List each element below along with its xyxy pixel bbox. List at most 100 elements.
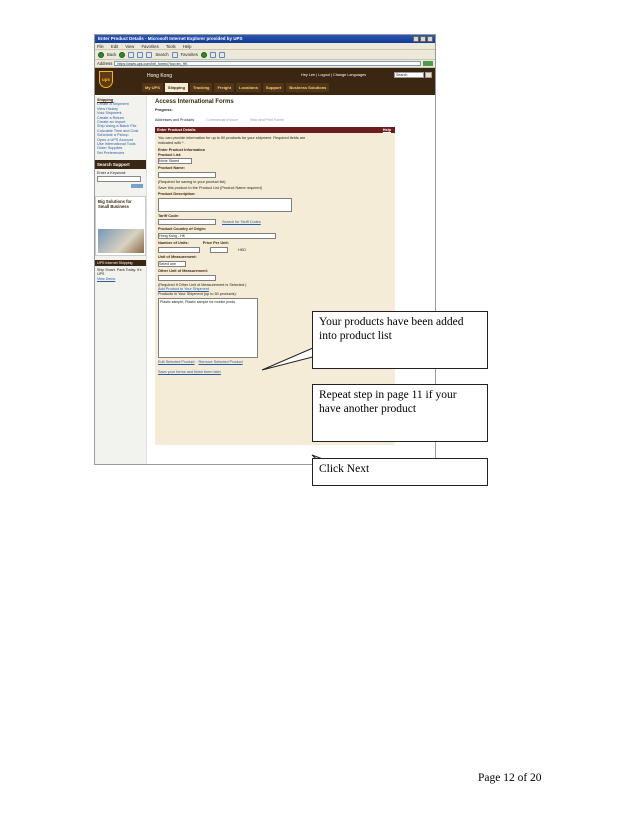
top-links[interactable]: Hey Lee | Logout | Change Languages [301,73,366,77]
address-bar: Address https://www.ups.com/intl_forms/?… [95,60,435,68]
progress-label: Progress: [155,108,173,112]
menu-edit[interactable]: Edit [111,44,118,49]
promo-image [98,229,144,254]
tariff-row: Search for Tariff Codes [158,218,392,227]
media-icon[interactable] [200,51,207,58]
page-number: Page 12 of 20 [478,772,542,784]
units-price-row: HKD [158,246,392,255]
price-input[interactable] [210,246,228,253]
product-description-input[interactable] [158,197,292,212]
search-support-box: Enter a Keyword: [95,169,146,190]
tab-shipping[interactable]: Shipping [164,83,189,92]
mail-icon[interactable] [209,51,216,58]
save-product-checkbox[interactable]: Save this product to the Product List (P… [158,186,392,191]
product-list-label: Product List: [158,152,182,157]
maximize-icon[interactable] [420,36,426,42]
back-arrow-icon[interactable] [98,51,104,58]
go-button[interactable] [423,61,433,66]
other-uom-input[interactable] [158,274,216,281]
origin-label: Product Country of Origin: [158,227,207,232]
back-label[interactable]: Back [107,52,116,57]
left-sidebar: Shipping Create a Shipment View History … [95,96,147,464]
search-label[interactable]: Search [155,52,168,57]
favorites-star-icon[interactable] [171,51,178,58]
currency-label: HKD [238,248,247,253]
uom-label: Unit of Measurement: [158,254,197,259]
product-list-select[interactable]: None Stored [158,158,192,165]
address-label: Address [97,61,113,66]
promo-title: Big Solutions for Small Business [98,199,132,210]
view-demo-link[interactable]: View Demo [97,277,144,281]
address-input[interactable]: https://www.ups.com/intl_forms/?loc=en_H… [114,61,421,66]
products-list-label: Products in Your Shipment (up to 50 prod… [158,292,237,297]
internet-shipping-tagline: Ship Smart. Pack Today. It's UPS [97,268,142,277]
product-description-label: Product Description: [158,191,196,196]
refresh-icon[interactable] [137,51,144,58]
menu-tools[interactable]: Tools [166,44,176,49]
tariff-search-link[interactable]: Search for Tariff Codes [222,220,261,225]
tab-my-ups[interactable]: My UPS [142,83,163,92]
callout-text: Your products have been added into produ… [319,316,464,342]
product-name-note: (Required for saving to your product lis… [158,180,226,185]
menu-help[interactable]: Help [183,44,192,49]
search-support-heading: Search Support [95,160,146,170]
window-title: Enter Product Details - Microsoft Intern… [98,36,243,41]
product-name-input[interactable] [158,172,216,179]
callout-text: Click Next [319,463,370,475]
menu-bar: File Edit View Favorites Tools Help [95,43,435,50]
country-name: Hong Kong [147,73,173,79]
units-label: Number of Units: [158,241,189,246]
stop-icon[interactable] [128,51,135,58]
product-name-label: Product Name: [158,166,186,171]
tab-support[interactable]: Support [262,83,285,92]
intro-text: You can provide information for up to 50… [158,136,306,145]
step-1: Addresses and Products [155,118,195,122]
sidebar-item[interactable]: Set Preferences [97,151,144,155]
callout-products-added: Your products have been added into produ… [312,311,488,369]
forward-arrow-icon[interactable] [119,51,126,58]
close-icon[interactable] [427,36,433,42]
ups-logo[interactable]: ups [99,71,113,88]
edit-product-link[interactable]: Edit Selected Product [158,360,195,365]
home-icon[interactable] [146,51,153,58]
tariff-code-input[interactable] [158,219,216,226]
products-listbox[interactable]: Plastic sample, Plastic sample for mobil… [158,297,258,358]
panel-title: Enter Product Details [157,128,196,133]
main-nav: My UPS Shipping Tracking Freight Locatio… [142,83,330,92]
shipping-menu: Shipping Create a Shipment View History … [95,96,146,157]
keyword-input[interactable] [97,176,141,183]
save-forms-link[interactable]: Save your forms and finish them later [158,370,392,375]
browser-toolbar: Back Search Favorites [95,50,435,60]
uom-select[interactable]: Select one [158,260,186,267]
menu-file[interactable]: File [97,44,104,49]
site-search-button[interactable] [425,72,432,78]
step-2: Commercial Invoice [206,118,238,122]
ups-header: ups Hong Kong Hey Lee | Logout | Change … [95,68,435,95]
document-page: Enter Product Details - Microsoft Intern… [0,0,638,826]
window-titlebar: Enter Product Details - Microsoft Intern… [95,35,435,43]
window-controls [413,36,433,42]
remove-product-link[interactable]: Remove Selected Product [199,360,243,365]
other-uom-label: Other Unit of Measurement: [158,268,208,273]
site-search-input[interactable]: Search [394,72,424,78]
print-icon[interactable] [218,51,225,58]
tab-tracking[interactable]: Tracking [190,83,213,92]
callout-repeat-step: Repeat step in page 11 if your have anot… [312,384,488,442]
minimize-icon[interactable] [413,36,419,42]
tab-freight[interactable]: Freight [214,83,235,92]
units-input[interactable] [158,246,200,253]
step-3: View and Print Forms [249,118,285,122]
menu-favorites[interactable]: Favorites [142,44,159,49]
callout-click-next: Click Next [312,458,488,486]
keyword-label: Enter a Keyword: [97,171,127,176]
promo-banner[interactable]: Big Solutions for Small Business [95,196,146,257]
progress-steps: Addresses and Products Commercial Invoic… [155,118,395,122]
favorites-label[interactable]: Favorites [181,52,198,57]
origin-select[interactable]: Hong Kong - HK [158,233,276,240]
tab-business-solutions[interactable]: Business Solutions [286,83,330,92]
tab-locations[interactable]: Locations [236,83,261,92]
keyword-search-button[interactable] [131,184,143,189]
menu-view[interactable]: View [125,44,134,49]
page-title: Access International Forms [155,99,234,105]
callout-text: Repeat step in page 11 if your have anot… [319,389,457,415]
